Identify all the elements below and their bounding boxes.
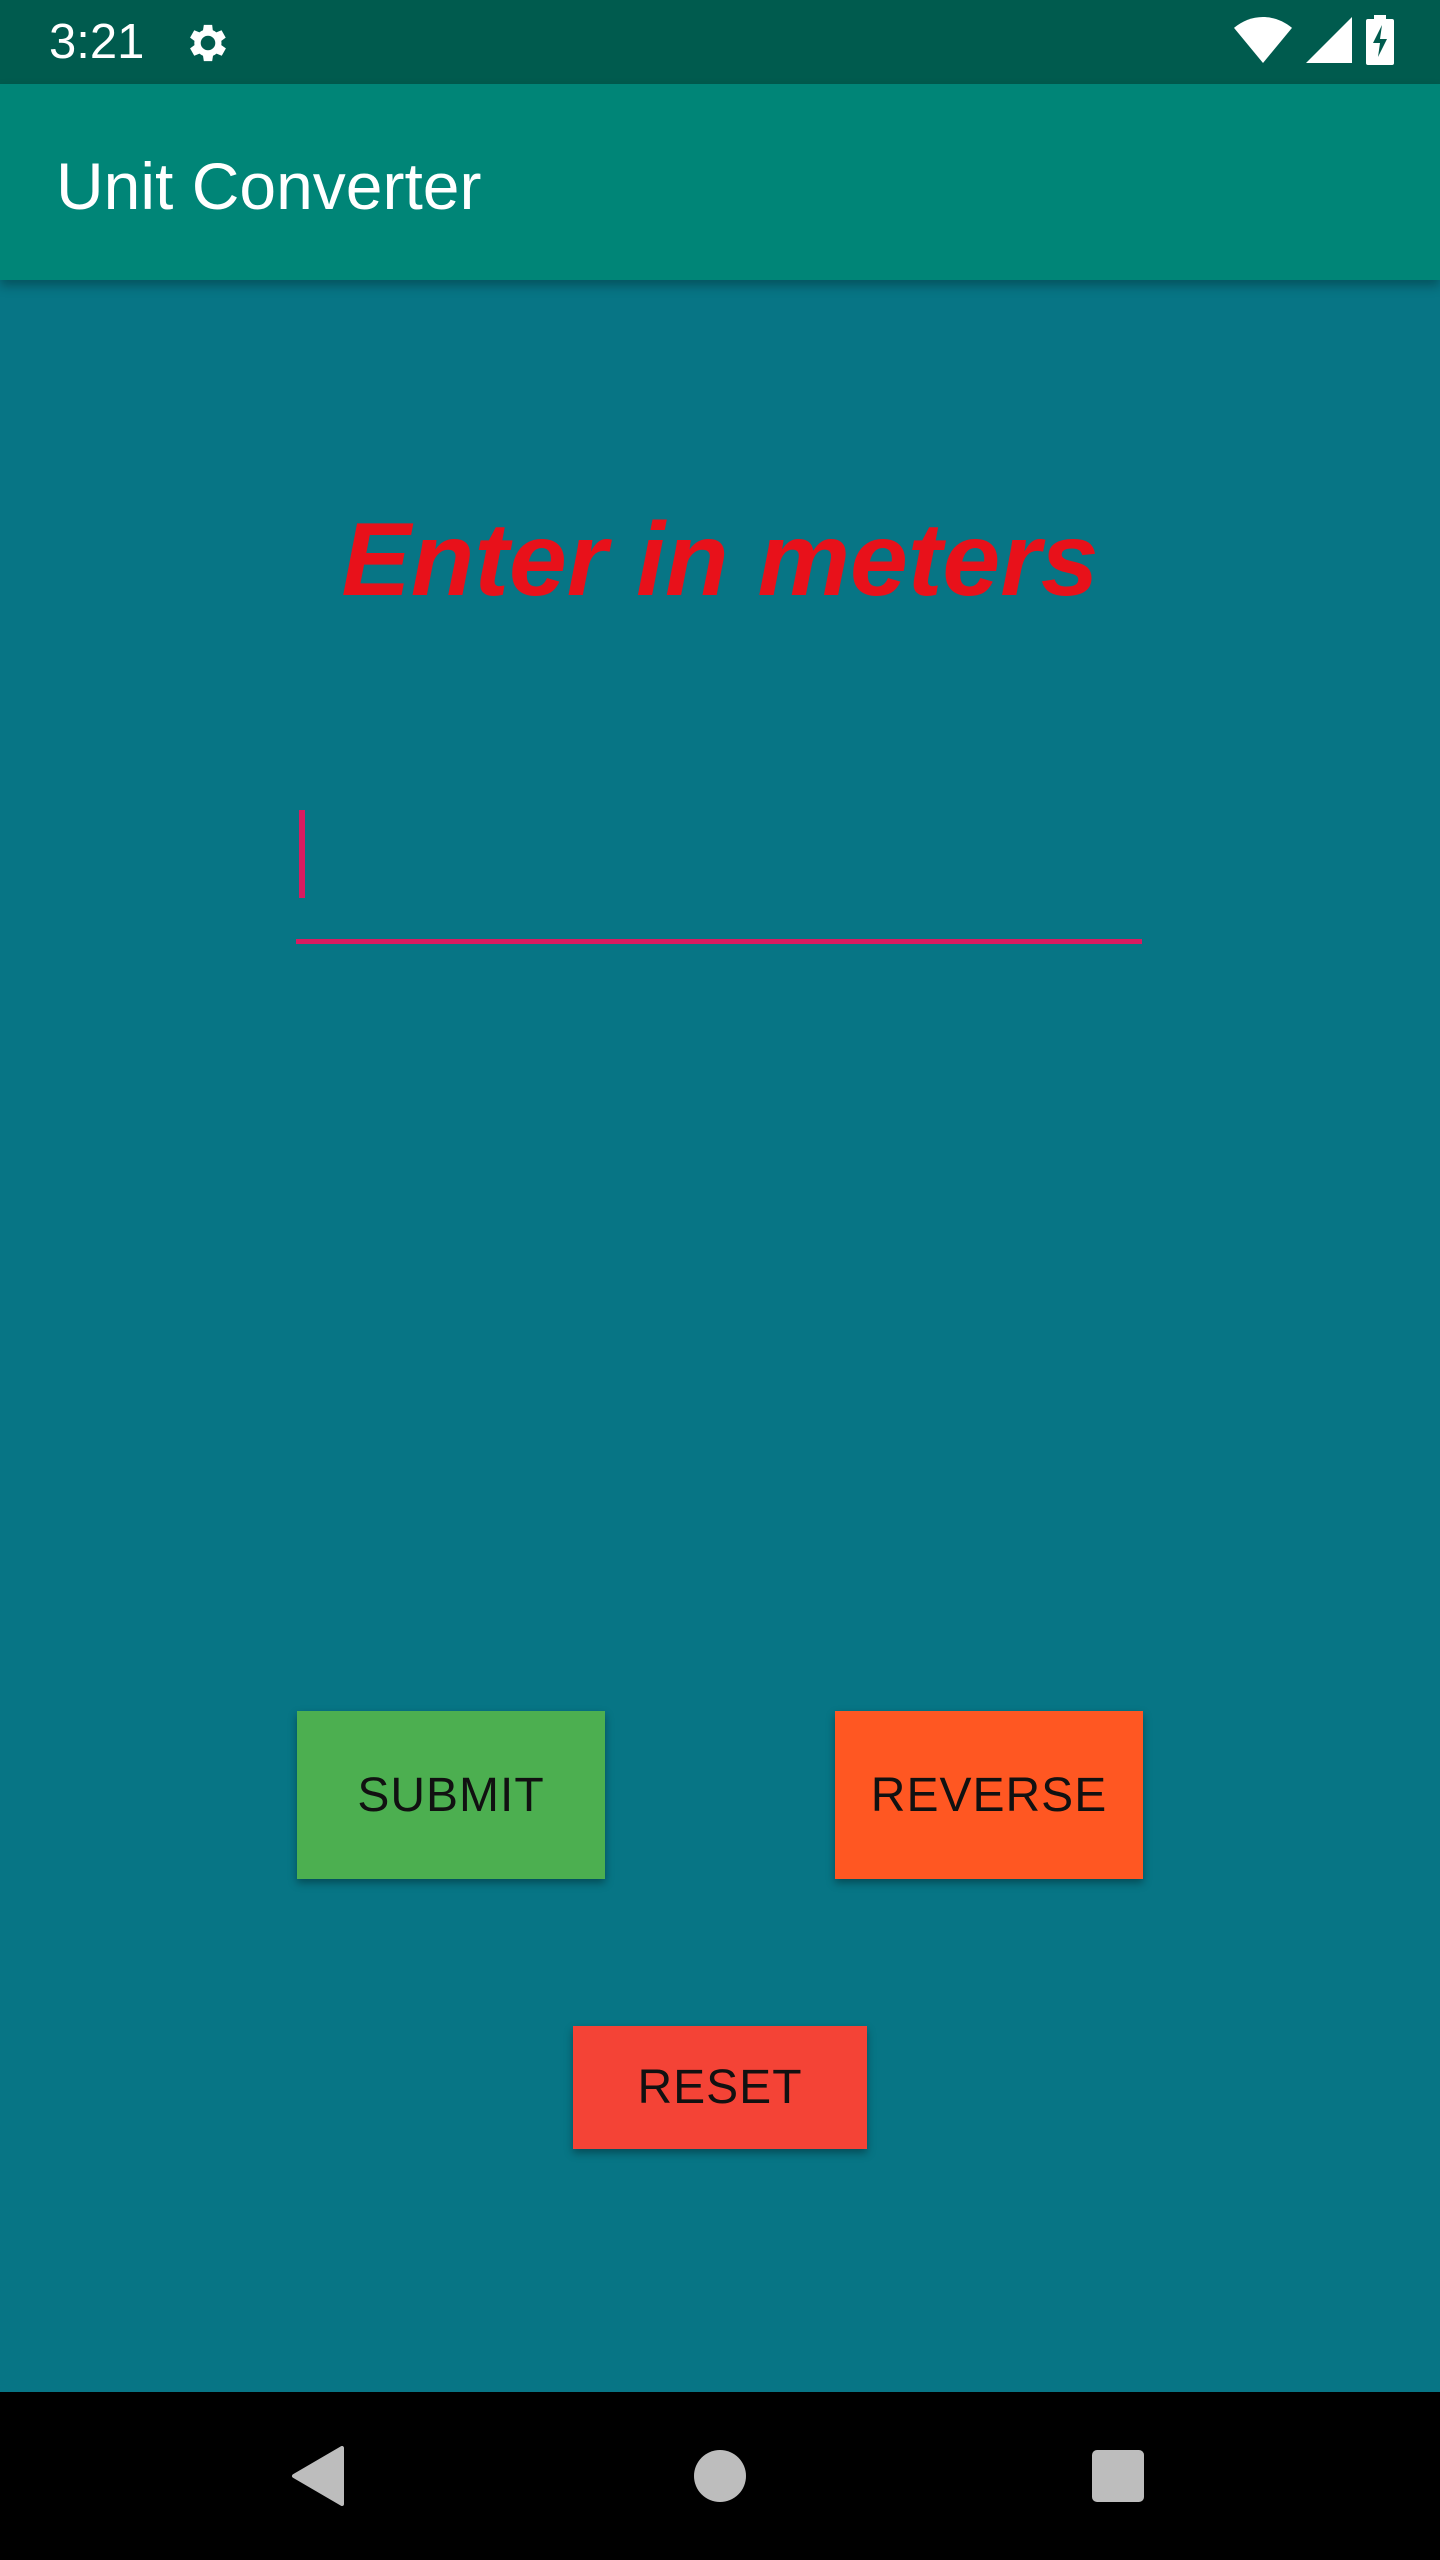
status-icons bbox=[1234, 14, 1394, 70]
cell-signal-icon bbox=[1306, 16, 1352, 68]
settings-icon bbox=[183, 18, 233, 68]
home-icon[interactable] bbox=[694, 2450, 746, 2502]
status-time: 3:21 bbox=[49, 15, 145, 69]
app-bar: Unit Converter bbox=[0, 84, 1440, 280]
back-icon[interactable] bbox=[290, 2446, 346, 2506]
text-cursor bbox=[299, 810, 305, 898]
submit-button[interactable]: SUBMIT bbox=[297, 1711, 605, 1879]
reverse-button[interactable]: REVERSE bbox=[835, 1711, 1143, 1879]
meters-input-container bbox=[296, 790, 1142, 950]
prompt-label: Enter in meters bbox=[341, 502, 1099, 618]
reset-button[interactable]: RESET bbox=[573, 2026, 867, 2149]
wifi-icon bbox=[1234, 16, 1292, 68]
meters-input[interactable] bbox=[296, 790, 1142, 944]
app-screen: 3:21 Unit Converter Enter in meters SUBM… bbox=[0, 0, 1440, 2560]
status-bar: 3:21 bbox=[0, 0, 1440, 84]
battery-charging-icon bbox=[1366, 14, 1394, 70]
app-title: Unit Converter bbox=[56, 149, 482, 223]
recents-icon[interactable] bbox=[1092, 2450, 1144, 2502]
